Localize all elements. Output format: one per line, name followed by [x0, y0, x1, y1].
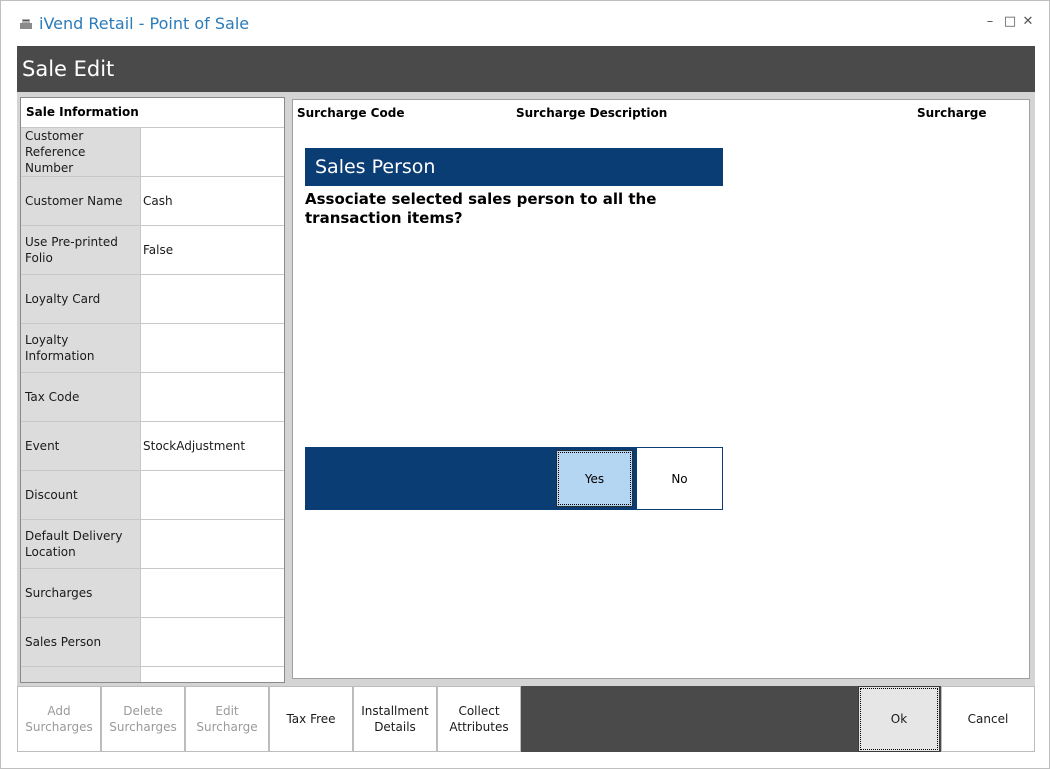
row-label: Discount: [25, 488, 78, 502]
row-customer-reference-number[interactable]: Customer Reference Number: [21, 128, 284, 177]
row-label-cell: Tax Code: [21, 373, 141, 421]
app-icon: [20, 19, 32, 29]
sales-person-dialog-header: Sales Person: [305, 148, 723, 186]
row-label-cell: Customer Reference Number: [21, 128, 141, 176]
row-value: StockAdjustment: [143, 439, 246, 453]
row-label: Customer Reference Number: [25, 129, 86, 175]
row-label-cell: Loyalty Information: [21, 324, 141, 372]
dialog-message: Associate selected sales person to all t…: [305, 190, 657, 227]
sale-information-heading: Sale Information: [21, 98, 284, 128]
sale-information-heading-text: Sale Information: [26, 105, 139, 119]
minimize-icon[interactable]: –: [982, 14, 998, 30]
page-title: Sale Edit: [22, 57, 115, 81]
row-label-cell: Use Pre-printed Folio: [21, 226, 141, 274]
row-label: Use Pre-printed Folio: [25, 235, 118, 265]
surcharge-grid[interactable]: Surcharge Code Surcharge Description Sur…: [292, 99, 1030, 679]
no-button[interactable]: No: [637, 448, 722, 509]
row-label-cell: [21, 667, 141, 682]
row-label-cell: Default Delivery Location: [21, 520, 141, 568]
row-use-pre-printed-folio[interactable]: Use Pre-printed Folio False: [21, 226, 284, 275]
cancel-button[interactable]: Cancel: [941, 686, 1035, 752]
row-sales-person[interactable]: Sales Person: [21, 618, 284, 667]
window-title: iVend Retail - Point of Sale: [39, 14, 250, 33]
title-bar: iVend Retail - Point of Sale – □ ✕: [0, 0, 1050, 46]
row-value: Cash: [143, 194, 173, 208]
dialog-title: Sales Person: [315, 156, 436, 178]
row-label-cell: Discount: [21, 471, 141, 519]
delete-surcharges-button[interactable]: Delete Surcharges: [101, 686, 185, 752]
yes-button[interactable]: Yes: [556, 450, 633, 507]
row-label: Loyalty Information: [25, 333, 95, 363]
row-label-cell: Sales Person: [21, 618, 141, 666]
ok-button[interactable]: Ok: [858, 686, 940, 752]
installment-details-button[interactable]: Installment Details: [353, 686, 437, 752]
collect-attributes-button[interactable]: Collect Attributes: [437, 686, 521, 752]
row-surcharges[interactable]: Surcharges: [21, 569, 284, 618]
row-label-cell: Loyalty Card: [21, 275, 141, 323]
column-header-surcharge-description[interactable]: Surcharge Description: [516, 106, 667, 120]
edit-surcharge-button[interactable]: Edit Surcharge: [185, 686, 269, 752]
maximize-icon[interactable]: □: [1002, 14, 1018, 30]
sale-information-panel: Sale Information Customer Reference Numb…: [20, 97, 285, 683]
row-label: Event: [25, 439, 60, 453]
row-label: Default Delivery Location: [25, 529, 123, 559]
row-label: Tax Code: [25, 390, 80, 404]
row-default-delivery-location[interactable]: Default Delivery Location: [21, 520, 284, 569]
row-label-cell: Surcharges: [21, 569, 141, 617]
tax-free-button[interactable]: Tax Free: [269, 686, 353, 752]
row-tax-code[interactable]: Tax Code: [21, 373, 284, 422]
header-bar: Sale Edit: [17, 46, 1035, 92]
row-discount[interactable]: Discount: [21, 471, 284, 520]
close-icon[interactable]: ✕: [1020, 14, 1036, 30]
row-event[interactable]: Event StockAdjustment: [21, 422, 284, 471]
row-label: Surcharges: [25, 586, 93, 600]
column-header-surcharge-code[interactable]: Surcharge Code: [297, 106, 404, 120]
column-header-surcharge[interactable]: Surcharge: [917, 106, 987, 120]
row-next-partial[interactable]: [21, 667, 284, 682]
row-customer-name[interactable]: Customer Name Cash: [21, 177, 284, 226]
row-label: Sales Person: [25, 635, 102, 649]
row-loyalty-information[interactable]: Loyalty Information: [21, 324, 284, 373]
add-surcharges-button[interactable]: Add Surcharges: [17, 686, 101, 752]
row-value: False: [143, 243, 174, 257]
row-label-cell: Event: [21, 422, 141, 470]
row-label: Loyalty Card: [25, 292, 101, 306]
row-label-cell: Customer Name: [21, 177, 141, 225]
row-label: Customer Name: [25, 194, 123, 208]
row-loyalty-card[interactable]: Loyalty Card: [21, 275, 284, 324]
